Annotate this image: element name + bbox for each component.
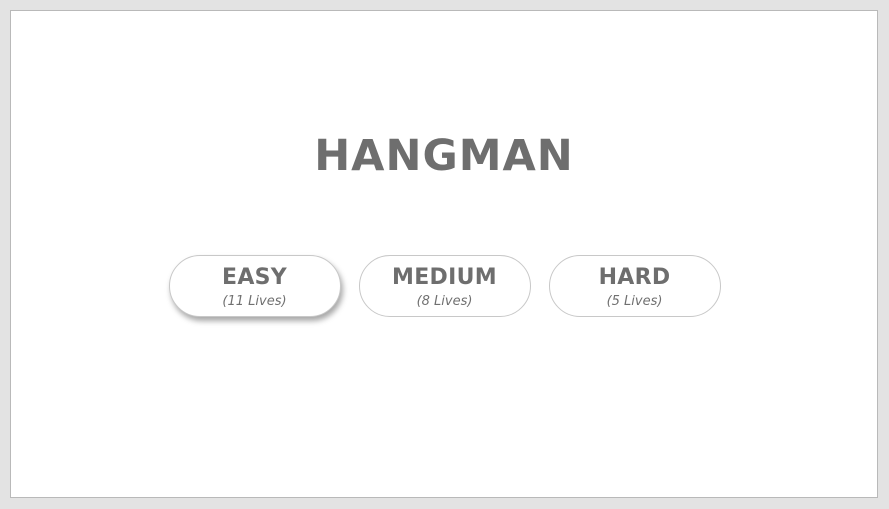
easy-label: EASY [221, 264, 288, 290]
hard-button[interactable]: HARD (5 Lives) [548, 255, 721, 317]
difficulty-button-group: EASY (11 Lives) MEDIUM (8 Lives) HARD (5… [11, 255, 877, 317]
hard-label: HARD [598, 264, 671, 290]
game-container: HANGMAN EASY (11 Lives) MEDIUM (8 Lives)… [10, 10, 878, 498]
medium-button[interactable]: MEDIUM (8 Lives) [358, 255, 531, 317]
medium-lives: (8 Lives) [416, 293, 473, 309]
easy-lives: (11 Lives) [222, 293, 287, 309]
hard-lives: (5 Lives) [606, 293, 663, 309]
game-title: HANGMAN [314, 131, 574, 181]
medium-label: MEDIUM [392, 264, 497, 290]
easy-button[interactable]: EASY (11 Lives) [168, 255, 341, 317]
